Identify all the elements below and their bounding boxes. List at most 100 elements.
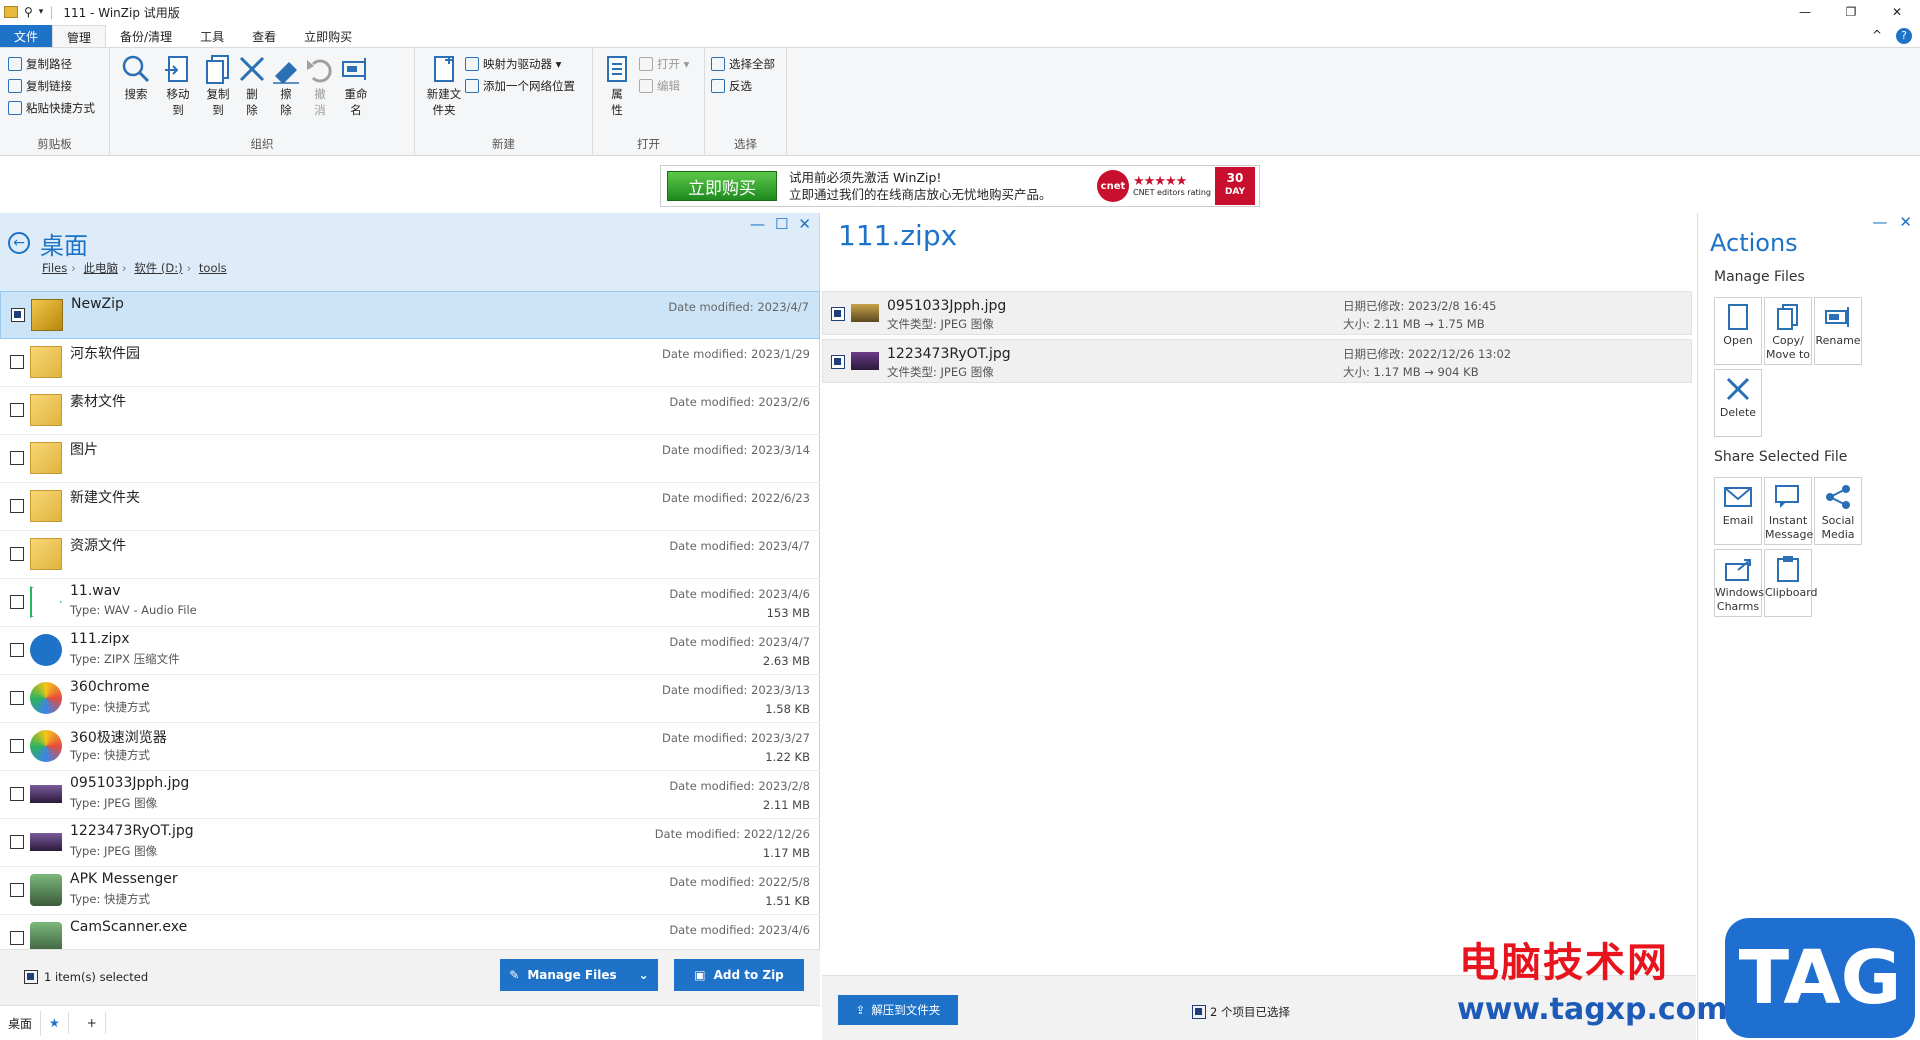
entry-checkbox[interactable]	[831, 307, 845, 321]
copy-path-button[interactable]: 复制路径	[8, 53, 95, 75]
trial-banner[interactable]: 立即购买 试用前必须先激活 WinZip! 立即通过我们的在线商店放心无忧地购买…	[660, 165, 1260, 207]
selection-count: 1 item(s) selected	[24, 970, 148, 984]
tab-buy-now[interactable]: 立即购买	[290, 25, 366, 47]
tab-manage[interactable]: 管理	[52, 25, 107, 47]
file-row[interactable]: 新建文件夹 Date modified: 2022/6/23	[0, 483, 820, 531]
tab-backup-clean[interactable]: 备份/清理	[106, 25, 186, 47]
pane-minimize-icon[interactable]: —	[750, 215, 765, 233]
zip-select-checkbox[interactable]	[1192, 1005, 1206, 1019]
search-icon[interactable]: ⚲	[24, 5, 33, 19]
rename-button[interactable]: 重命名	[336, 54, 376, 118]
actions-minimize-icon[interactable]: —	[1872, 213, 1887, 231]
file-checkbox[interactable]	[10, 835, 24, 849]
invert-selection-button[interactable]: 反选	[711, 75, 775, 97]
edit-button[interactable]: 编辑	[639, 75, 689, 97]
pane-close-icon[interactable]: ✕	[798, 215, 811, 233]
zipx-file-icon	[30, 634, 62, 666]
tab-desktop[interactable]: 桌面	[0, 1010, 42, 1036]
undo-button[interactable]: 撤消	[300, 54, 340, 118]
dropdown-chevron-icon[interactable]: ⌄	[639, 968, 649, 982]
file-size: 1.58 KB	[765, 702, 810, 716]
file-checkbox[interactable]	[10, 691, 24, 705]
ribbon: 复制路径 复制链接 粘贴快捷方式 剪贴板 搜索 移动到 复制到 删除 擦除 撤 …	[0, 48, 1920, 156]
file-row[interactable]: 11.wav Type: WAV - Audio File Date modifie…	[0, 579, 820, 627]
file-checkbox[interactable]	[10, 355, 24, 369]
clipboard-action-button[interactable]: Clipboard	[1764, 549, 1818, 617]
actions-close-icon[interactable]: ✕	[1899, 213, 1912, 231]
open-action-button[interactable]: Open	[1714, 297, 1762, 365]
image-thumb-icon	[851, 304, 879, 322]
file-checkbox[interactable]	[10, 547, 24, 561]
zip-entry-row[interactable]: 1223473RyOT.jpg 文件类型: JPEG 图像 日期已修改: 202…	[822, 339, 1692, 383]
file-row[interactable]: 1223473RyOT.jpg Type: JPEG 图像 Date modifie…	[0, 819, 820, 867]
file-row[interactable]: 0951033Jpph.jpg Type: JPEG 图像 Date modifie…	[0, 771, 820, 819]
add-tab-button[interactable]: +	[79, 1012, 106, 1034]
maximize-button[interactable]: ❐	[1828, 0, 1874, 24]
breadcrumb-drive-d[interactable]: 软件 (D:)	[134, 261, 182, 275]
new-folder-button[interactable]: 新建文 件夹	[421, 54, 467, 118]
paste-shortcut-button[interactable]: 粘贴快捷方式	[8, 97, 95, 119]
properties-button[interactable]: 属性	[597, 54, 637, 118]
breadcrumb-files[interactable]: Files	[42, 261, 67, 275]
file-row[interactable]: APK Messenger Type: 快捷方式 Date modified: 20…	[0, 867, 820, 915]
file-checkbox[interactable]	[10, 643, 24, 657]
tab-tools[interactable]: 工具	[186, 25, 238, 47]
map-drive-button[interactable]: 映射为驱动器 ▾	[465, 53, 575, 75]
windows-charms-action-button[interactable]: Windows Charms	[1714, 549, 1764, 617]
selection-checkbox[interactable]	[24, 970, 38, 984]
add-to-zip-button[interactable]: ▣ Add to Zip	[674, 959, 804, 991]
social-media-action-button[interactable]: Social Media	[1814, 477, 1862, 545]
file-checkbox[interactable]	[10, 451, 24, 465]
manage-files-button[interactable]: ✎ Manage Files ⌄	[500, 959, 658, 991]
file-row[interactable]: 111.zipx Type: ZIPX 压缩文件 Date modified: 20…	[0, 627, 820, 675]
file-size: 2.11 MB	[762, 798, 810, 812]
back-arrow-icon[interactable]: ←	[8, 232, 30, 254]
file-row[interactable]: 图片 Date modified: 2023/3/14	[0, 435, 820, 483]
file-row[interactable]: 素材文件 Date modified: 2023/2/6	[0, 387, 820, 435]
entry-checkbox[interactable]	[831, 355, 845, 369]
tab-file[interactable]: 文件	[0, 25, 53, 47]
file-checkbox[interactable]	[10, 931, 24, 945]
breadcrumb-tools[interactable]: tools	[199, 261, 227, 275]
close-button[interactable]: ✕	[1874, 0, 1920, 24]
file-row[interactable]: 资源文件 Date modified: 2023/4/7	[0, 531, 820, 579]
extract-to-folder-button[interactable]: ⇪ 解压到文件夹	[838, 995, 958, 1025]
file-checkbox[interactable]	[10, 883, 24, 897]
copy-move-action-button[interactable]: Copy/Move to	[1764, 297, 1812, 365]
file-checkbox[interactable]	[10, 403, 24, 417]
file-date: Date modified: 2023/4/6	[669, 587, 810, 601]
file-row[interactable]: 河东软件园 Date modified: 2023/1/29	[0, 339, 820, 387]
open-button[interactable]: 打开 ▾	[639, 53, 689, 75]
buy-now-button[interactable]: 立即购买	[667, 171, 777, 201]
copy-link-button[interactable]: 复制链接	[8, 75, 95, 97]
add-network-location-button[interactable]: 添加一个网络位置	[465, 75, 575, 97]
file-checkbox[interactable]	[11, 308, 25, 322]
file-row[interactable]: NewZip Date modified: 2023/4/7	[0, 291, 820, 339]
delete-action-button[interactable]: Delete	[1714, 369, 1762, 437]
copy-path-icon	[8, 57, 22, 71]
quick-access-dropdown-icon[interactable]: ▾	[39, 7, 44, 17]
file-row[interactable]: 360极速浏览器 Type: 快捷方式 Date modified: 2023/3/…	[0, 723, 820, 771]
tab-view[interactable]: 查看	[238, 25, 290, 47]
minimize-button[interactable]: —	[1782, 0, 1828, 24]
select-all-button[interactable]: 选择全部	[711, 53, 775, 75]
rename-action-button[interactable]: Rename	[1814, 297, 1862, 365]
clipboard-icon	[1773, 554, 1803, 584]
file-checkbox[interactable]	[10, 787, 24, 801]
pane-maximize-icon[interactable]: ☐	[775, 215, 788, 233]
breadcrumb-this-pc[interactable]: 此电脑	[84, 261, 119, 275]
search-button[interactable]: 搜索	[116, 54, 156, 102]
file-checkbox[interactable]	[10, 739, 24, 753]
pin-icon[interactable]: ★	[41, 1012, 69, 1034]
help-icon[interactable]: ?	[1896, 28, 1912, 44]
zip-entry-row[interactable]: 0951033Jpph.jpg 文件类型: JPEG 图像 日期已修改: 202…	[822, 291, 1692, 335]
file-row[interactable]: CamScanner.exe Date modified: 2023/4/6	[0, 915, 820, 949]
file-row[interactable]: 360chrome Type: 快捷方式 Date modified: 2023/3…	[0, 675, 820, 723]
instant-message-action-button[interactable]: Instant Message	[1764, 477, 1813, 545]
move-to-button[interactable]: 移动到	[158, 54, 198, 118]
file-checkbox[interactable]	[10, 499, 24, 513]
collapse-ribbon-icon[interactable]: ^	[1872, 28, 1882, 44]
file-checkbox[interactable]	[10, 595, 24, 609]
eraser-icon	[270, 54, 302, 84]
email-action-button[interactable]: Email	[1714, 477, 1762, 545]
